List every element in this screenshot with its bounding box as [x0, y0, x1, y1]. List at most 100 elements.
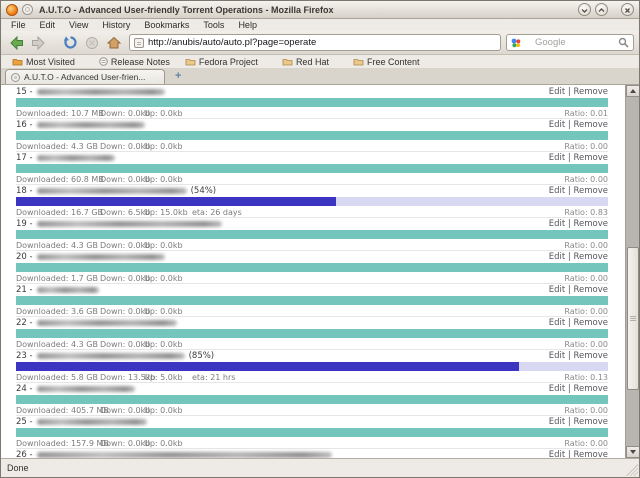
torrent-entry: 23 - (85%) Edit | Remove Downloaded: 5.8… — [16, 350, 608, 383]
stat-up-speed: Up: 0.0kb — [144, 174, 183, 184]
edit-link[interactable]: Edit — [549, 351, 565, 361]
stop-button[interactable] — [82, 33, 102, 53]
torrent-name-redacted — [36, 187, 187, 194]
menu-view[interactable]: View — [62, 19, 95, 31]
torrent-entry: 17 - Edit | Remove Downloaded: 60.8 MB D… — [16, 152, 608, 185]
stat-ratio: Ratio: 0.00 — [564, 438, 608, 448]
search-engine-icon[interactable] — [511, 38, 521, 48]
link-separator: | — [565, 284, 574, 295]
menu-history[interactable]: History — [95, 19, 137, 31]
progress-bar — [16, 98, 608, 107]
stat-ratio: Ratio: 0.00 — [564, 141, 608, 151]
search-input[interactable] — [535, 37, 615, 48]
remove-link[interactable]: Remove — [574, 186, 609, 196]
edit-link[interactable]: Edit — [549, 450, 565, 459]
remove-link[interactable]: Remove — [574, 120, 609, 130]
torrent-name-redacted — [36, 451, 332, 458]
torrent-actions: Edit | Remove — [549, 450, 608, 459]
menu-bar: File Edit View History Bookmarks Tools H… — [1, 19, 639, 31]
back-button[interactable] — [6, 33, 26, 53]
edit-link[interactable]: Edit — [549, 318, 565, 328]
menu-file[interactable]: File — [4, 19, 33, 31]
torrent-actions: Edit | Remove — [549, 351, 608, 361]
stat-downloaded: Downloaded: 405.7 MB — [16, 405, 109, 415]
folder-icon — [353, 59, 364, 66]
remove-link[interactable]: Remove — [574, 384, 609, 394]
torrent-actions: Edit | Remove — [549, 120, 608, 130]
search-bar[interactable] — [506, 34, 634, 51]
remove-link[interactable]: Remove — [574, 417, 609, 427]
scroll-up-icon[interactable] — [626, 85, 639, 97]
remove-link[interactable]: Remove — [574, 87, 609, 97]
search-magnifier-icon[interactable] — [618, 37, 629, 48]
stat-downloaded: Downloaded: 4.3 GB — [16, 141, 98, 151]
remove-link[interactable]: Remove — [574, 285, 609, 295]
edit-link[interactable]: Edit — [549, 120, 565, 130]
menu-help[interactable]: Help — [231, 19, 264, 31]
forward-button[interactable] — [28, 33, 48, 53]
firefox-logo-icon — [6, 3, 18, 16]
tab-auto[interactable]: A.U.T.O - Advanced User-frien... — [5, 69, 165, 84]
minimize-button[interactable] — [578, 3, 591, 16]
remove-link[interactable]: Remove — [574, 219, 609, 229]
stat-down-speed: Down: 0.0kb — [100, 339, 151, 349]
torrent-name-redacted — [36, 385, 135, 392]
stat-down-speed: Down: 0.0kb — [100, 108, 151, 118]
progress-bar — [16, 296, 608, 305]
bookmark-free-content[interactable]: Free Content — [347, 57, 435, 67]
stat-down-speed: Down: 0.0kb — [100, 273, 151, 283]
edit-link[interactable]: Edit — [549, 384, 565, 394]
home-button[interactable] — [104, 33, 124, 53]
menu-bookmarks[interactable]: Bookmarks — [137, 19, 196, 31]
edit-link[interactable]: Edit — [549, 417, 565, 427]
edit-link[interactable]: Edit — [549, 87, 565, 97]
bookmark-most-visited[interactable]: Most Visited — [6, 57, 90, 67]
progress-bar — [16, 395, 608, 404]
remove-link[interactable]: Remove — [574, 318, 609, 328]
remove-link[interactable]: Remove — [574, 351, 609, 361]
resize-grip[interactable] — [626, 464, 638, 476]
new-tab-button[interactable]: + — [175, 69, 181, 84]
remove-link[interactable]: Remove — [574, 450, 609, 459]
close-button[interactable] — [621, 3, 634, 16]
list-all-tabs-icon[interactable] — [630, 64, 636, 82]
url-input[interactable] — [148, 37, 484, 48]
maximize-button[interactable] — [595, 3, 608, 16]
stat-ratio: Ratio: 0.00 — [564, 240, 608, 250]
scroll-down-icon[interactable] — [626, 446, 639, 458]
stat-up-speed: Up: 0.0kb — [144, 306, 183, 316]
torrent-actions: Edit | Remove — [549, 417, 608, 427]
scrollbar-thumb[interactable] — [627, 247, 639, 390]
stat-down-speed: Down: 13.5kb — [100, 372, 156, 382]
link-separator: | — [565, 86, 574, 97]
url-bar[interactable] — [129, 34, 501, 51]
bookmark-release-notes[interactable]: Release Notes — [93, 57, 176, 67]
menu-tools[interactable]: Tools — [196, 19, 231, 31]
edit-link[interactable]: Edit — [549, 252, 565, 262]
progress-bar — [16, 164, 608, 173]
torrent-number: 20 - — [16, 251, 33, 262]
menu-edit[interactable]: Edit — [33, 19, 63, 31]
window-menu-icon[interactable] — [22, 4, 33, 15]
remove-link[interactable]: Remove — [574, 153, 609, 163]
reload-button[interactable] — [60, 33, 80, 53]
edit-link[interactable]: Edit — [549, 285, 565, 295]
remove-link[interactable]: Remove — [574, 252, 609, 262]
link-separator: | — [565, 383, 574, 394]
torrent-entry: 21 - Edit | Remove Downloaded: 3.6 GB Do… — [16, 284, 608, 317]
link-separator: | — [565, 152, 574, 163]
torrent-actions: Edit | Remove — [549, 153, 608, 163]
torrent-actions: Edit | Remove — [549, 252, 608, 262]
stat-ratio: Ratio: 0.13 — [564, 372, 608, 382]
edit-link[interactable]: Edit — [549, 186, 565, 196]
stat-up-speed: Up: 0.0kb — [144, 273, 183, 283]
tab-favicon-icon — [11, 72, 20, 82]
torrent-actions: Edit | Remove — [549, 219, 608, 229]
edit-link[interactable]: Edit — [549, 219, 565, 229]
stat-downloaded: Downloaded: 10.7 MB — [16, 108, 104, 118]
edit-link[interactable]: Edit — [549, 153, 565, 163]
bookmark-fedora-project[interactable]: Fedora Project — [179, 57, 273, 67]
bookmark-red-hat[interactable]: Red Hat — [276, 57, 344, 67]
vertical-scrollbar[interactable] — [625, 85, 639, 458]
stat-downloaded: Downloaded: 16.7 GB — [16, 207, 104, 217]
